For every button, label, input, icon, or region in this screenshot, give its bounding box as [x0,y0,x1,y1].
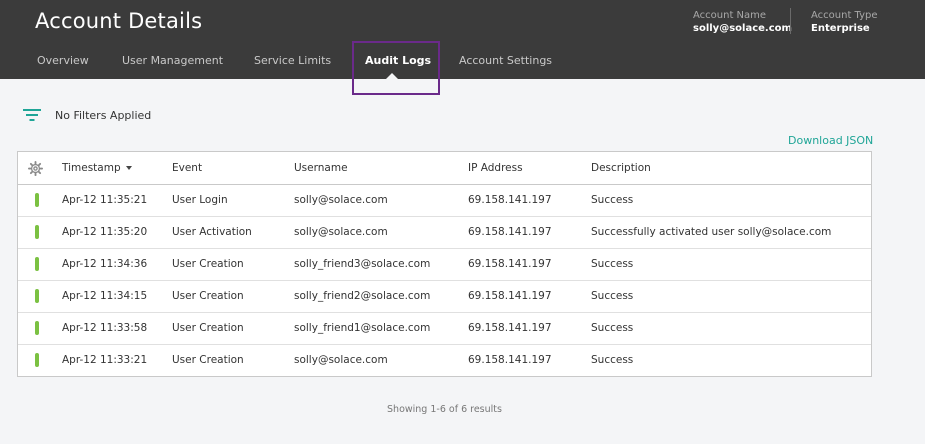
cell-description: Success [591,194,634,206]
column-header-event[interactable]: Event [172,162,202,174]
cell-username: solly@solace.com [294,226,388,238]
cell-ip-address: 69.158.141.197 [468,322,552,334]
tab-user-management[interactable]: User Management [122,54,223,67]
cell-username: solly@solace.com [294,354,388,366]
audit-log-table: Timestamp Event Username IP Address Desc… [17,151,872,377]
column-header-timestamp-label: Timestamp [62,162,121,174]
status-indicator [35,193,39,207]
app-header: Account Details Account Name solly@solac… [0,0,925,79]
download-json-link[interactable]: Download JSON [788,134,873,147]
cell-timestamp: Apr-12 11:35:21 [62,194,148,206]
table-row[interactable]: Apr-12 11:33:21 User Creation solly@sola… [18,345,871,377]
active-tab-indicator [386,73,398,79]
header-divider [790,8,791,34]
table-header: Timestamp Event Username IP Address Desc… [18,152,871,185]
cell-timestamp: Apr-12 11:33:21 [62,354,148,366]
status-indicator [35,289,39,303]
gear-icon[interactable] [28,161,43,176]
cell-timestamp: Apr-12 11:34:15 [62,290,148,302]
cell-username: solly@solace.com [294,194,388,206]
tab-overview[interactable]: Overview [37,54,89,67]
table-row[interactable]: Apr-12 11:34:15 User Creation solly_frie… [18,281,871,313]
sort-desc-icon [125,166,132,170]
cell-username: solly_friend3@solace.com [294,258,431,270]
cell-event: User Creation [172,258,244,270]
cell-timestamp: Apr-12 11:33:58 [62,322,148,334]
cell-ip-address: 69.158.141.197 [468,258,552,270]
cell-ip-address: 69.158.141.197 [468,354,552,366]
cell-description: Success [591,290,634,302]
account-name-label: Account Name [693,10,767,21]
cell-ip-address: 69.158.141.197 [468,194,552,206]
column-header-description[interactable]: Description [591,162,651,174]
tab-service-limits[interactable]: Service Limits [254,54,331,67]
cell-description: Success [591,322,634,334]
pagination-summary: Showing 1-6 of 6 results [387,404,502,415]
cell-event: User Creation [172,354,244,366]
status-indicator [35,257,39,271]
account-type-block: Account Type Enterprise [811,9,878,35]
cell-event: User Creation [172,322,244,334]
cell-event: User Creation [172,290,244,302]
column-header-timestamp[interactable]: Timestamp [62,162,132,174]
column-header-ip-address[interactable]: IP Address [468,162,523,174]
tab-account-settings[interactable]: Account Settings [459,54,552,67]
tab-audit-logs[interactable]: Audit Logs [365,54,431,67]
cell-username: solly_friend2@solace.com [294,290,431,302]
account-name-block: Account Name solly@solace.com [693,9,792,35]
cell-description: Successfully activated user solly@solace… [591,226,832,238]
cell-timestamp: Apr-12 11:34:36 [62,258,148,270]
filter-status-text: No Filters Applied [55,109,152,122]
status-indicator [35,353,39,367]
status-indicator [35,321,39,335]
cell-description: Success [591,258,634,270]
table-row[interactable]: Apr-12 11:34:36 User Creation solly_frie… [18,249,871,281]
cell-event: User Login [172,194,228,206]
table-row[interactable]: Apr-12 11:35:20 User Activation solly@so… [18,217,871,249]
filter-icon[interactable] [23,108,41,122]
table-row[interactable]: Apr-12 11:35:21 User Login solly@solace.… [18,185,871,217]
account-type-value: Enterprise [811,23,870,34]
cell-timestamp: Apr-12 11:35:20 [62,226,148,238]
table-row[interactable]: Apr-12 11:33:58 User Creation solly_frie… [18,313,871,345]
account-name-value: solly@solace.com [693,23,792,34]
cell-event: User Activation [172,226,252,238]
page-title: Account Details [35,9,203,33]
cell-username: solly_friend1@solace.com [294,322,431,334]
cell-description: Success [591,354,634,366]
cell-ip-address: 69.158.141.197 [468,290,552,302]
status-indicator [35,225,39,239]
account-type-label: Account Type [811,10,878,21]
column-header-username[interactable]: Username [294,162,348,174]
cell-ip-address: 69.158.141.197 [468,226,552,238]
